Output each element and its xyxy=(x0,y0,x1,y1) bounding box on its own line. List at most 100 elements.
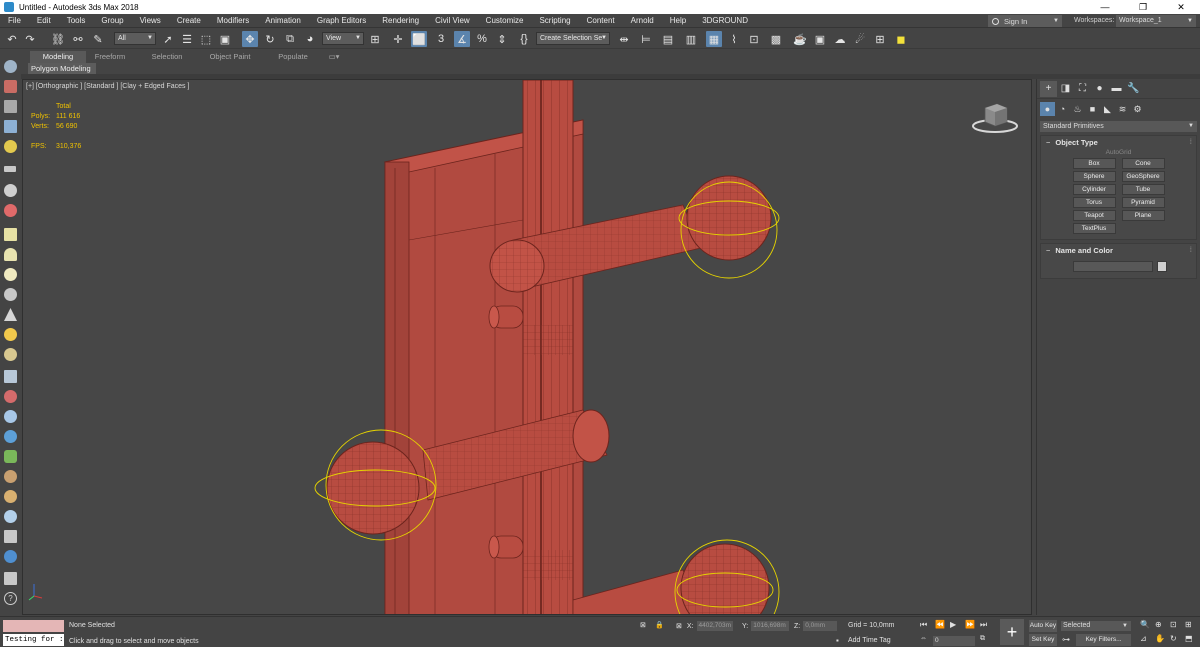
mirror-icon[interactable]: ⇹ xyxy=(616,31,632,47)
utilities-tab-icon[interactable]: 🔧 xyxy=(1125,81,1142,97)
select-and-rotate-icon[interactable]: ↻ xyxy=(262,31,278,47)
object-color-swatch[interactable] xyxy=(1157,261,1167,272)
dynamics-icon[interactable] xyxy=(4,390,17,403)
select-by-name-icon[interactable]: ☰ xyxy=(179,31,195,47)
minimize-button[interactable]: — xyxy=(1086,0,1124,14)
plugin-icon[interactable]: ◼ xyxy=(893,31,909,47)
display-tab-icon[interactable]: ▬ xyxy=(1108,81,1125,97)
cylinder-button[interactable]: Cylinder xyxy=(1072,184,1116,195)
key-filters-button[interactable]: Key Filters... xyxy=(1076,634,1131,646)
zoom-extents-all-icon[interactable]: ⊞ xyxy=(1185,620,1192,629)
time-configuration-icon[interactable]: ⧉ xyxy=(980,635,985,643)
cameras-icon[interactable]: ■ xyxy=(1085,102,1100,116)
viewport-label[interactable]: [+] [Orthographic ] [Standard ] [Clay + … xyxy=(26,83,189,90)
tab-populate[interactable]: Populate xyxy=(268,51,318,63)
crowd-icon[interactable] xyxy=(4,490,17,503)
light-icon[interactable] xyxy=(4,140,17,153)
maximize-button[interactable]: ❐ xyxy=(1124,0,1162,14)
pan-view-icon[interactable]: ✋ xyxy=(1155,634,1165,643)
tab-modeling[interactable]: Modeling xyxy=(30,51,86,63)
set-key-button[interactable]: Set Key xyxy=(1029,634,1057,646)
create-tab-icon[interactable]: + xyxy=(1040,80,1057,97)
link-tool-icon[interactable] xyxy=(4,166,16,172)
zoom-all-icon[interactable]: ⊕ xyxy=(1155,620,1162,629)
autogrid-checkbox[interactable]: AutoGrid xyxy=(1041,149,1196,156)
teapot-button[interactable]: Teapot xyxy=(1072,210,1116,221)
biped-icon[interactable] xyxy=(4,470,17,483)
name-and-color-header[interactable]: − Name and Color ⁞ xyxy=(1041,244,1196,257)
torus-icon[interactable] xyxy=(4,288,17,301)
box-button[interactable]: Box xyxy=(1072,158,1116,169)
tab-object-paint[interactable]: Object Paint xyxy=(202,51,258,63)
tab-selection[interactable]: Selection xyxy=(142,51,192,63)
sun-icon[interactable] xyxy=(4,328,17,341)
zoom-extents-icon[interactable]: ⊡ xyxy=(1170,620,1177,629)
toggle-scene-explorer-icon[interactable]: ▤ xyxy=(660,31,676,47)
field-of-view-icon[interactable]: ⊿ xyxy=(1140,634,1147,643)
torus-button[interactable]: Torus xyxy=(1072,197,1116,208)
material-editor-icon[interactable]: ▩ xyxy=(768,31,784,47)
plane-button[interactable]: Plane xyxy=(1121,210,1165,221)
menu-3dground[interactable]: 3DGROUND xyxy=(694,14,756,28)
fx-icon[interactable] xyxy=(4,550,17,563)
rendered-frame-window-icon[interactable]: ▣ xyxy=(812,31,828,47)
align-icon[interactable]: ⊨ xyxy=(638,31,654,47)
modify-tab-icon[interactable]: ◨ xyxy=(1057,81,1074,97)
workspace-select[interactable]: Workspace_1 ▼ xyxy=(1116,15,1196,27)
toggle-layer-explorer-icon[interactable]: ▥ xyxy=(683,31,699,47)
menu-modifiers[interactable]: Modifiers xyxy=(209,14,257,28)
play-icon[interactable]: ▶ xyxy=(950,620,956,629)
edit-named-selection-icon[interactable]: {} xyxy=(516,31,532,47)
systems-icon[interactable]: ⚙ xyxy=(1130,102,1145,116)
cone-icon[interactable] xyxy=(4,308,17,321)
render-tool-icon[interactable] xyxy=(4,530,17,543)
named-selection-dropdown[interactable]: Create Selection Se ▼ xyxy=(536,32,610,45)
reference-coordinate-dropdown[interactable]: View ▼ xyxy=(322,32,364,45)
motion-icon[interactable] xyxy=(4,120,17,133)
select-object-icon[interactable]: ➚ xyxy=(160,31,176,47)
add-time-tag-button[interactable]: Add Time Tag xyxy=(848,637,891,644)
angle-snap-icon[interactable]: ∡ xyxy=(454,31,470,47)
lights-icon[interactable]: ♨ xyxy=(1070,102,1085,116)
render-in-cloud-icon[interactable]: ☄ xyxy=(852,31,868,47)
viewport-orthographic[interactable]: [+] [Orthographic ] [Standard ] [Clay + … xyxy=(22,79,1032,615)
time-tag-icon[interactable]: ▪ xyxy=(836,636,839,645)
hierarchy-tab-icon[interactable]: ⛶ xyxy=(1074,81,1091,97)
motion-tab-icon[interactable]: ● xyxy=(1091,81,1108,97)
object-type-header[interactable]: − Object Type ⁞ xyxy=(1041,136,1196,149)
toggle-ribbon-icon[interactable]: ▦ xyxy=(706,31,722,47)
previous-frame-icon[interactable]: ⏪ xyxy=(935,620,945,629)
menu-tools[interactable]: Tools xyxy=(59,14,94,28)
menu-graph-editors[interactable]: Graph Editors xyxy=(309,14,374,28)
key-mode-dropdown[interactable]: Selected ▼ xyxy=(1061,621,1131,631)
ribbon-options-icon[interactable]: ▭▾ xyxy=(324,51,344,63)
keyboard-shortcut-toggle-icon[interactable]: ⬜ xyxy=(411,31,427,47)
orbit-icon[interactable]: ↻ xyxy=(1170,634,1177,643)
menu-file[interactable]: File xyxy=(0,14,29,28)
menu-content[interactable]: Content xyxy=(579,14,623,28)
sphere-button[interactable]: Sphere xyxy=(1072,171,1116,182)
absolute-mode-icon[interactable]: ⊠ xyxy=(676,622,682,630)
menu-create[interactable]: Create xyxy=(169,14,209,28)
grid-tool-icon[interactable] xyxy=(4,370,17,383)
menu-animation[interactable]: Animation xyxy=(257,14,309,28)
primitive-type-dropdown[interactable]: Standard Primitives ▼ xyxy=(1040,121,1197,132)
plane-icon[interactable] xyxy=(4,228,17,241)
foliage-icon[interactable] xyxy=(4,450,17,463)
menu-arnold[interactable]: Arnold xyxy=(623,14,662,28)
spinner-snap-icon[interactable]: ⇕ xyxy=(494,31,510,47)
cone-button[interactable]: Cone xyxy=(1121,158,1165,169)
y-value-field[interactable]: 1016,698m xyxy=(751,621,790,631)
snaps-toggle-icon[interactable]: 3 xyxy=(433,31,449,47)
schematic-view-icon[interactable]: ⊡ xyxy=(746,31,762,47)
select-and-move-icon[interactable]: ✥ xyxy=(242,31,258,47)
link-icon[interactable]: ⛓ xyxy=(50,31,66,47)
bulb-icon[interactable] xyxy=(4,184,17,197)
bind-space-warp-icon[interactable]: ✎ xyxy=(90,31,106,47)
menu-edit[interactable]: Edit xyxy=(29,14,59,28)
maximize-viewport-icon[interactable]: ⬒ xyxy=(1185,634,1193,643)
z-value-field[interactable]: 0,0mm xyxy=(803,621,838,631)
helpers-icon[interactable]: ◣ xyxy=(1100,102,1115,116)
environment-icon[interactable] xyxy=(4,510,17,523)
next-frame-icon[interactable]: ⏩ xyxy=(965,620,975,629)
